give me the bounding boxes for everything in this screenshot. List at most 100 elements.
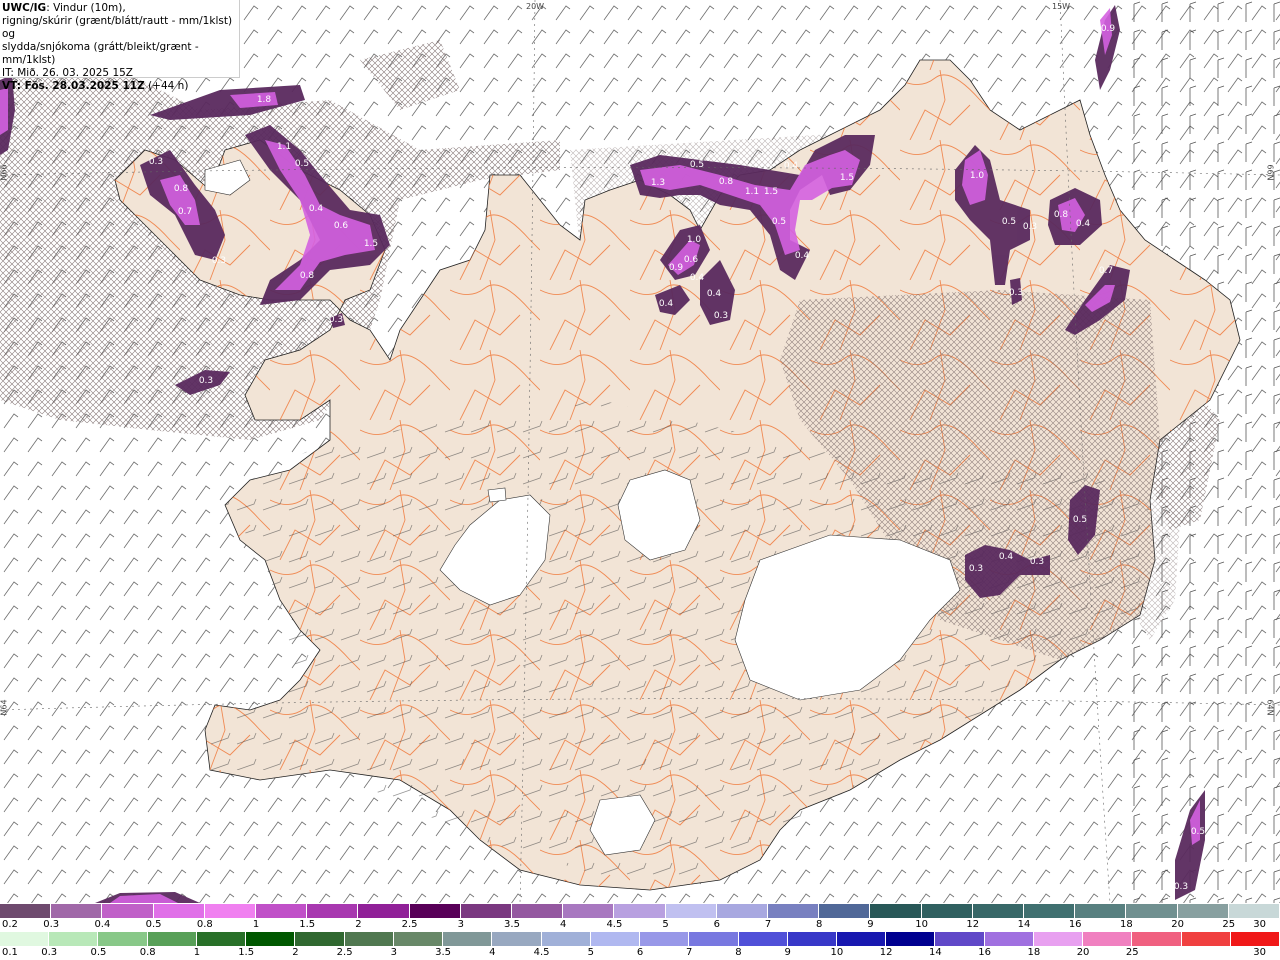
colorbar-swatch (614, 904, 666, 918)
precip-label: 1.5 (364, 239, 378, 249)
grid-label-64n-left: N64 (0, 699, 9, 716)
forecast-hour: (+44 h) (144, 80, 189, 92)
colorbar-tick-label: 5 (587, 947, 594, 958)
colorbar-swatch (0, 932, 50, 946)
colorbar-swatch (1228, 904, 1280, 918)
precip-label: 0.8 (300, 271, 315, 281)
precip-label: 0.7 (178, 207, 192, 217)
colorbar-swatch (1083, 932, 1133, 946)
colorbar-tick-label: 0.8 (196, 919, 213, 930)
valid-time: VT: Fös. 28.03.2025 11Z (2, 80, 145, 92)
colorbar-tick-label: 4.5 (606, 919, 623, 930)
colorbar-swatch (972, 904, 1025, 918)
colorbar-tick-label: 1.5 (299, 919, 316, 930)
colorbar-tick-label: 3 (390, 947, 398, 958)
precip-label: 0.8 (719, 177, 734, 187)
precip-label: 0.3 (329, 315, 343, 325)
colorbar-tick-label: 0.5 (145, 919, 162, 930)
product-code: UWC/IG (2, 2, 47, 14)
colorbar-tick-label: 18 (1027, 947, 1041, 958)
precip-label: 1.3 (651, 178, 665, 188)
precip-label: 0.3 (1030, 557, 1044, 567)
colorbar-swatch (787, 932, 837, 946)
colorbar-tick-label: 0.5 (90, 947, 107, 958)
colorbar-tick-label: 0.8 (139, 947, 156, 958)
colorbar-tick-label: 25 (1125, 947, 1139, 958)
precip-label: 0.4 (707, 289, 722, 299)
colorbar-tick-label: 18 (1120, 919, 1133, 930)
grid-label-15w: 15W (1052, 2, 1071, 11)
colorbar-tick-label: 20 (1076, 947, 1090, 958)
precip-label: 0.4 (659, 299, 674, 309)
colorbar-swatch (689, 932, 739, 946)
colorbar-swatch (492, 932, 542, 946)
colorbar-swatch (640, 932, 690, 946)
colorbar-tick-label: 0.1 (2, 947, 18, 958)
colorbar-swatch (1181, 932, 1231, 946)
colorbar-tick-label: 10 (915, 919, 928, 930)
colorbar-swatch (246, 932, 296, 946)
colorbar-swatch (738, 932, 788, 946)
precip-label: 0.3 (1009, 288, 1023, 298)
precip-label: 1.1 (745, 187, 759, 197)
colorbar-tick-label: 2.5 (336, 947, 353, 958)
precip-label: 0.9 (669, 263, 684, 273)
colorbar-tick-label: 2 (355, 919, 362, 930)
precip-label: 0.9 (1101, 24, 1116, 34)
colorbar-swatch (921, 904, 973, 918)
colorbar-swatch (836, 932, 887, 946)
weather-map[interactable]: 1.8 1.1 0.5 0.4 0.6 1.5 0.8 0.3 0.8 0.7 … (0, 0, 1280, 904)
precip-label: 0.4 (795, 251, 810, 261)
precip-label: 1.1 (277, 142, 291, 152)
precip-label: 0.5 (295, 159, 309, 169)
colorbar-swatch (590, 932, 641, 946)
colorbar-swatch (935, 932, 985, 946)
precip-label: 0.5 (1073, 515, 1087, 525)
colorbar-swatch (1230, 932, 1280, 946)
colorbar-tick-label: 8 (735, 947, 742, 958)
colorbar-rain-labels: 0.1 0.3 0.5 0.8 1 1.5 2 2.5 3 3.5 4 4.5 5 6 7 8 9 10 12 14 1… (0, 947, 1280, 959)
colorbar-tick-label: 20 (1171, 919, 1184, 930)
precip-label: 0.4 (784, 161, 799, 171)
precip-label: 0.5 (1191, 827, 1205, 837)
colorbar-swatch (393, 932, 444, 946)
colorbar-swatch (984, 932, 1034, 946)
colorbar-swatch (665, 904, 717, 918)
glacier-snaefell (487, 487, 507, 503)
colorbar-tick-label: 0.3 (43, 919, 60, 930)
precip-label: 0.3 (212, 256, 226, 266)
precip-label: 0.4 (690, 273, 705, 283)
colorbar-tick-label: 25 (1222, 919, 1236, 930)
precip-label: 1.0 (970, 171, 985, 181)
colorbar-tick-label: 4 (489, 947, 496, 958)
colorbar-swatch (256, 904, 308, 918)
precip-label: 0.5 (1002, 217, 1016, 227)
precip-label: 0.6 (334, 221, 349, 231)
colorbar-swatch (886, 932, 936, 946)
precip-label: 0.4 (999, 552, 1014, 562)
map-info-box: UWC/IG: Vindur (10m), rigning/skúrir (gr… (0, 0, 240, 92)
colorbar-swatch (153, 904, 205, 918)
colorbar-tick-label: 6 (636, 947, 644, 958)
snow-desc: slydda/snjókoma (grátt/bleikt/grænt - mm… (2, 41, 199, 66)
grid-label-66n-right: 66N (1265, 164, 1275, 181)
colorbar-tick-label: 30 (1253, 947, 1266, 958)
grid-label-66n-left: N66 (0, 164, 9, 181)
colorbar-swatch (541, 932, 591, 946)
colorbar-tick-label: 9 (867, 919, 874, 930)
colorbar-swatch (409, 904, 461, 918)
precip-label: 0.7 (1099, 266, 1113, 276)
colorbar-snow-labels: 0.2 0.3 0.4 0.5 0.8 1 1.5 2 2.5 3 3.5 4 4.5 5 6 7 8 9 10 12… (0, 919, 1280, 931)
colorbar-swatch (512, 904, 564, 918)
colorbar-tick-label: 1 (252, 919, 260, 930)
colorbar-swatch (716, 904, 769, 918)
precip-label: 0.8 (174, 184, 189, 194)
rain-desc: rigning/skúrir (grænt/blátt/rautt - mm/1… (2, 15, 233, 40)
precip-label: 1.5 (764, 187, 778, 197)
colorbar-tick-label: 10 (830, 947, 844, 958)
colorbar-swatch (819, 904, 871, 918)
colorbar-tick-label: 14 (1017, 919, 1031, 930)
colorbar-tick-label: 0.4 (94, 919, 111, 930)
precip-label: 0.5 (772, 217, 786, 227)
colorbar-swatch (1024, 904, 1076, 918)
